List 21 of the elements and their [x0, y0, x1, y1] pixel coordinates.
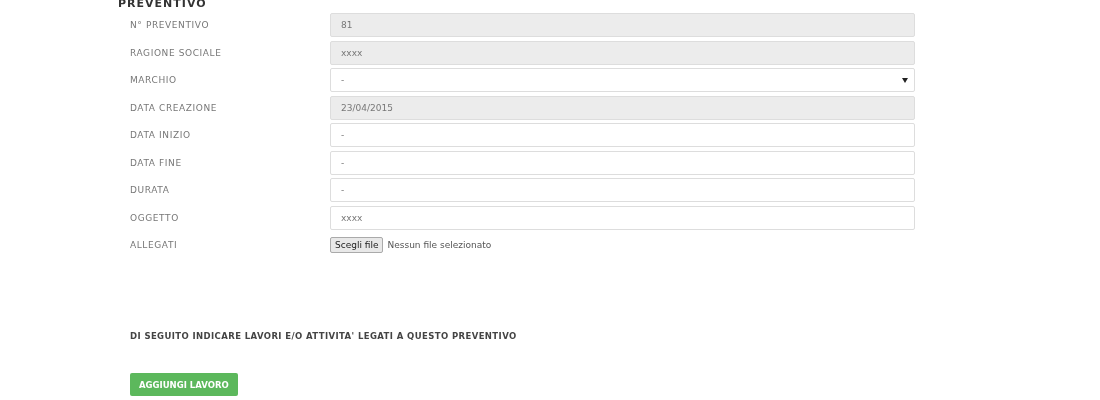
field-label: DATA INIZIO [129, 130, 192, 140]
field-label: DURATA [129, 185, 171, 195]
caret-icon [902, 77, 908, 83]
section-heading: DI SEGUITO INDICARE LAVORI E/O ATTIVITA' LEGATI A QUESTO PREVENTIVO [130, 331, 518, 341]
field-label: DATA CREAZIONE [129, 102, 219, 113]
input-field[interactable]: xxxx [330, 205, 915, 230]
input-field[interactable]: 23/04/2015 [330, 95, 915, 120]
field-label: N° PREVENTIVO [129, 20, 211, 30]
input-field[interactable]: xxxx [330, 40, 915, 65]
select-field[interactable]: - [330, 68, 915, 92]
field-label: DATA FINE [129, 157, 183, 168]
choose-file-button[interactable]: Scegli file [330, 237, 384, 253]
input-field[interactable]: - [330, 150, 915, 175]
file-status: Nessun file selezionato [387, 240, 492, 250]
input-field[interactable]: - [330, 123, 915, 147]
field-label: OGGETTO [129, 212, 180, 223]
input-field[interactable]: 81 [330, 13, 915, 37]
input-field[interactable]: - [330, 178, 915, 202]
field-label: ALLEGATI [129, 240, 179, 250]
field-label: MARCHIO [129, 75, 178, 85]
field-label: RAGIONE SOCIALE [129, 47, 223, 58]
